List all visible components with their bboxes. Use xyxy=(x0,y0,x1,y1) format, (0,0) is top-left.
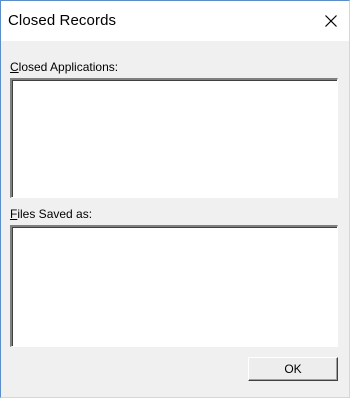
closed-applications-list[interactable] xyxy=(10,78,338,198)
files-saved-label-text: iles Saved as: xyxy=(17,207,93,221)
files-saved-list[interactable] xyxy=(10,225,338,347)
files-saved-label: Files Saved as: xyxy=(10,207,92,221)
dialog-title: Closed Records xyxy=(8,12,117,29)
closed-applications-accelerator: C xyxy=(10,60,19,74)
dialog-body: Closed Applications: Files Saved as: OK xyxy=(1,41,349,397)
title-bar[interactable]: Closed Records xyxy=(1,1,349,41)
close-icon xyxy=(325,15,337,27)
closed-applications-label-text: losed Applications: xyxy=(18,60,119,74)
ok-button[interactable]: OK xyxy=(248,357,338,381)
closed-applications-label: Closed Applications: xyxy=(10,60,118,74)
closed-records-dialog: Closed Records Closed Applications: File… xyxy=(0,0,350,398)
close-button[interactable] xyxy=(313,1,349,41)
